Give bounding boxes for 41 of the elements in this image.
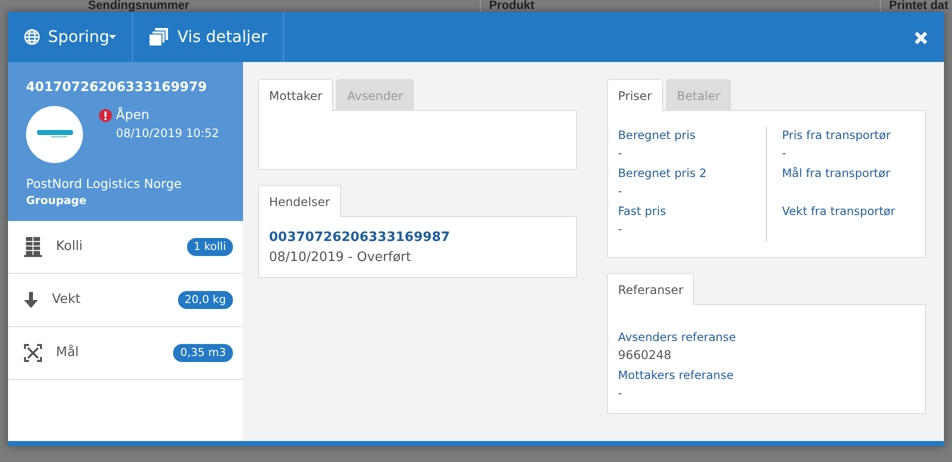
field-value: 9660248 (618, 347, 672, 364)
field-value: - (782, 145, 788, 162)
event-number[interactable]: 00370726206333169987 (269, 228, 566, 248)
globe-icon (24, 29, 40, 45)
stack-icon (24, 237, 42, 257)
metric-badge: 1 kolli (186, 238, 233, 256)
field-value: - (618, 183, 624, 200)
tab[interactable]: Hendelser (258, 185, 341, 217)
field-label: Avsenders referanse (618, 329, 737, 346)
column-header: Produkt (489, 0, 534, 12)
field-label: Mål fra transportør (782, 165, 892, 182)
field-label: Fast pris (618, 203, 667, 220)
close-icon (914, 30, 928, 45)
metric-badge: 20,0 kg (178, 290, 233, 310)
field-value: - (618, 145, 624, 162)
tab[interactable]: Priser (607, 79, 663, 111)
metric-label: Kolli (56, 238, 83, 256)
down-arrow-icon (24, 292, 38, 308)
metric-badge: 0,35 m3 (173, 344, 233, 362)
shipment-number: 40170726206333169979 (26, 79, 208, 97)
product-name: Groupage (26, 193, 88, 210)
event-description: 08/10/2019 - Overført (269, 248, 412, 266)
field-label: Beregnet pris 2 (618, 165, 708, 182)
field-label: Mottakers referanse (618, 367, 735, 384)
column-header: Printet dat (889, 0, 948, 12)
timestamp: 08/10/2019 10:52 (115, 125, 220, 142)
metric-label: Vekt (52, 291, 81, 310)
status-label: Åpen (116, 106, 150, 124)
expand-icon (24, 344, 42, 362)
caret-icon (109, 35, 116, 39)
copies-icon (149, 28, 170, 46)
field-value: - (618, 221, 624, 238)
field-label: Vekt fra transportør (782, 203, 896, 220)
field-label: Beregnet pris (618, 127, 697, 144)
field-value: - (618, 385, 624, 402)
carrier-name: PostNord Logistics Norge (26, 174, 183, 193)
field-label: Pris fra transportør (782, 127, 892, 144)
metric-label: Mål (56, 344, 79, 362)
tab[interactable]: Mottaker (258, 79, 334, 111)
tab[interactable]: Referanser (607, 273, 694, 305)
column-header: Sendingsnummer (88, 0, 190, 12)
